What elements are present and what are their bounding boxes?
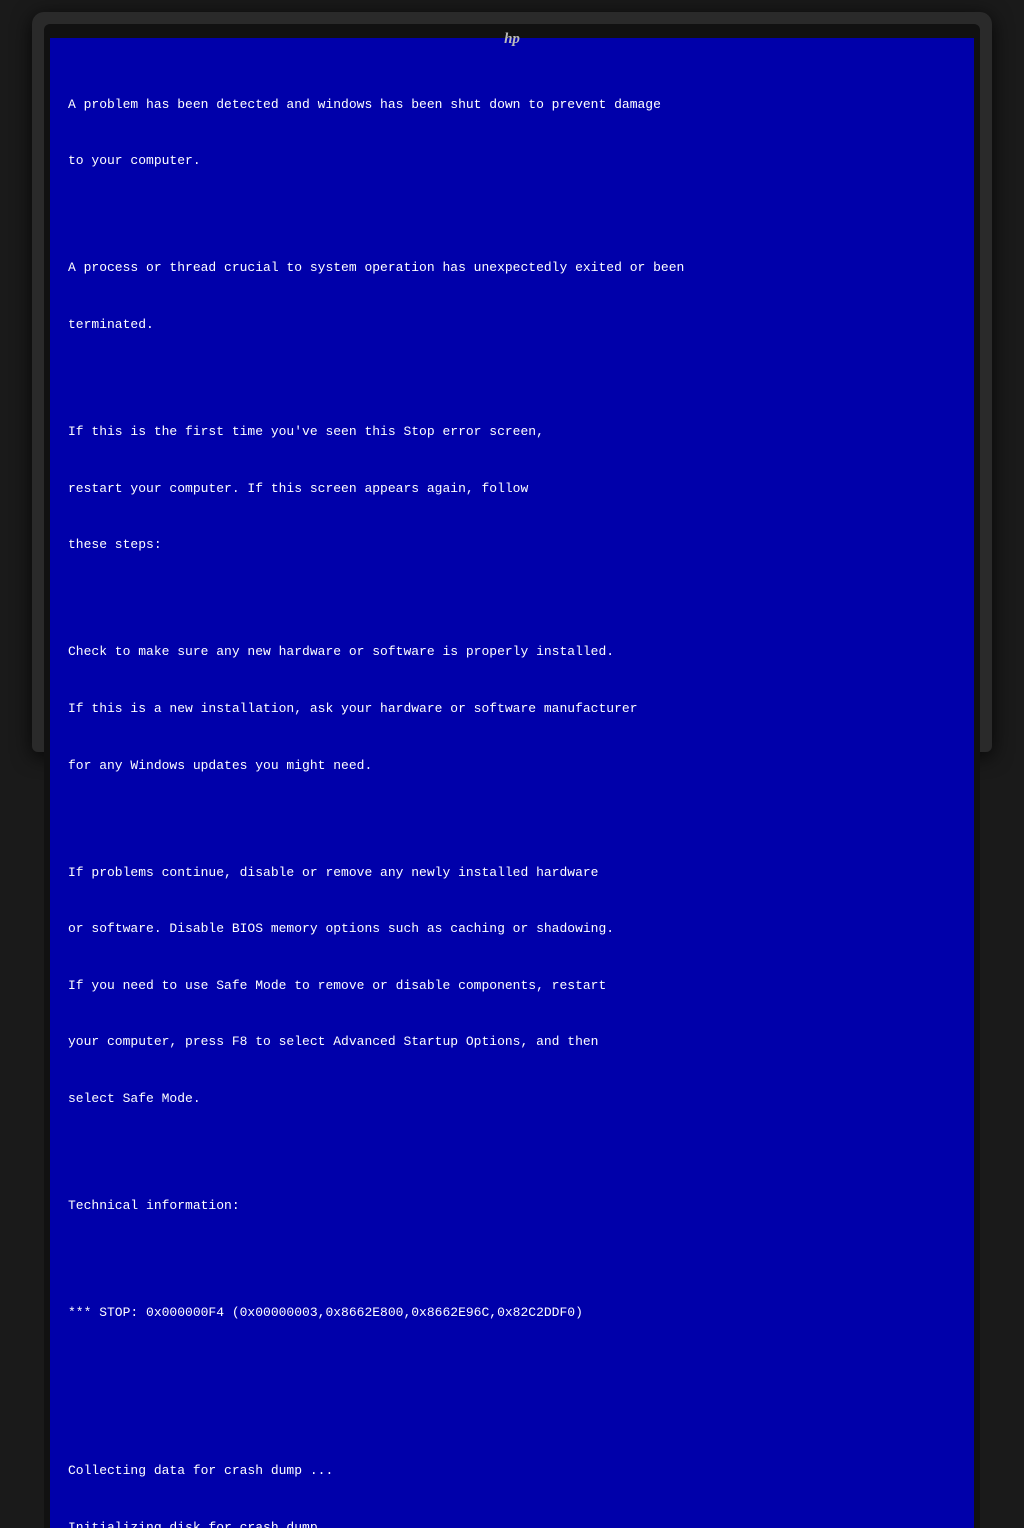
hp-logo: hp [498,30,526,48]
bsod-spacer-5 [68,1146,956,1159]
bsod-line-12: If this is a new installation, ask your … [68,700,956,719]
bsod-line-19: select Safe Mode. [68,1090,956,1109]
bsod-spacer-7 [68,1361,956,1374]
bsod-line-4: A process or thread crucial to system op… [68,259,956,278]
bsod-line-21: Technical information: [68,1197,956,1216]
bsod-spacer-6 [68,1254,956,1267]
bsod-line-1: A problem has been detected and windows … [68,96,956,115]
bsod-line-17: If you need to use Safe Mode to remove o… [68,977,956,996]
screen-bezel: hp A problem has been detected and windo… [44,24,980,1528]
bsod-screen: A problem has been detected and windows … [50,38,974,1528]
bsod-line-11: Check to make sure any new hardware or s… [68,643,956,662]
bsod-line-27: Initializing disk for crash dump ... [68,1519,956,1528]
bsod-line-5: terminated. [68,316,956,335]
bsod-stop-code: *** STOP: 0x000000F4 (0x00000003,0x8662E… [68,1304,956,1323]
bsod-line-7: If this is the first time you've seen th… [68,423,956,442]
bsod-spacer-8 [68,1412,956,1425]
bsod-line-26: Collecting data for crash dump ... [68,1462,956,1481]
laptop-outer: hp A problem has been detected and windo… [32,12,992,752]
bsod-line-13: for any Windows updates you might need. [68,757,956,776]
bsod-content: A problem has been detected and windows … [68,58,956,1528]
bsod-spacer-1 [68,209,956,222]
bsod-line-8: restart your computer. If this screen ap… [68,480,956,499]
bsod-line-2: to your computer. [68,152,956,171]
bsod-spacer-3 [68,593,956,606]
bsod-line-9: these steps: [68,536,956,555]
bsod-spacer-2 [68,373,956,386]
bsod-line-18: your computer, press F8 to select Advanc… [68,1033,956,1052]
bsod-line-16: or software. Disable BIOS memory options… [68,920,956,939]
bsod-line-15: If problems continue, disable or remove … [68,864,956,883]
bsod-spacer-4 [68,813,956,826]
